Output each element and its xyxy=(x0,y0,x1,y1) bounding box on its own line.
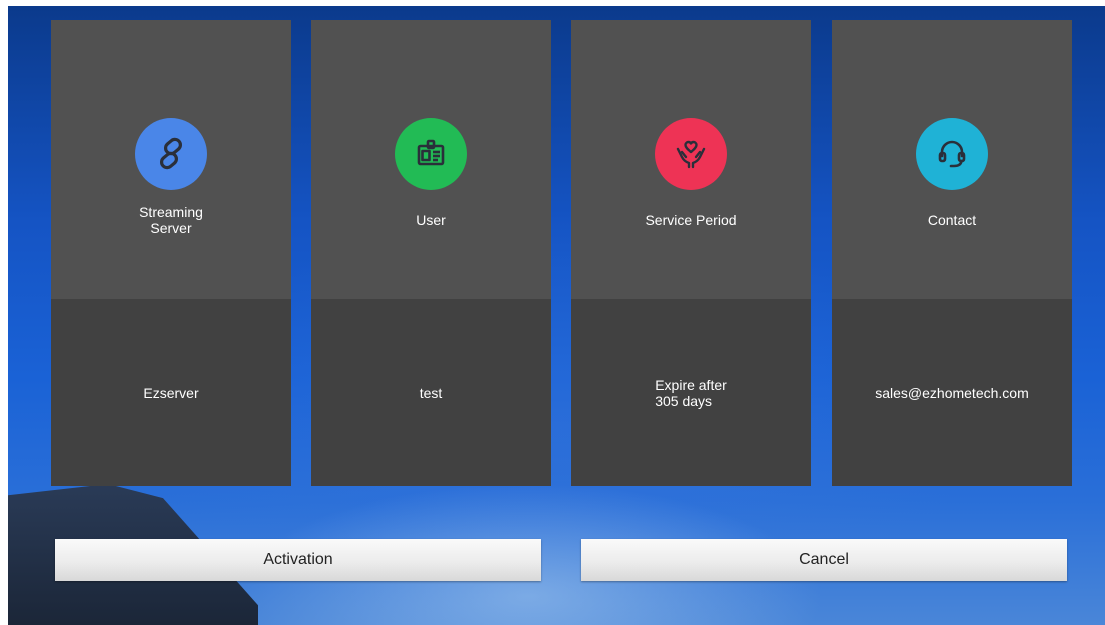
card-streaming-server[interactable]: Streaming Server Ezserver xyxy=(51,20,291,486)
card-value-text: Expire after 305 days xyxy=(655,376,727,409)
info-cards: Streaming Server Ezserver User test Serv… xyxy=(51,20,1072,486)
cancel-button[interactable]: Cancel xyxy=(581,539,1067,581)
card-service-period[interactable]: Service Period Expire after 305 days xyxy=(571,20,811,486)
card-label: Service Period xyxy=(645,212,737,228)
card-user[interactable]: User test xyxy=(311,20,551,486)
card-header: Streaming Server xyxy=(51,20,291,299)
card-value: test xyxy=(419,384,443,401)
id-card-icon xyxy=(395,118,467,190)
heart-hands-icon xyxy=(655,118,727,190)
card-value: Ezserver xyxy=(143,384,199,401)
card-label: Contact xyxy=(927,212,977,228)
card-body: Ezserver xyxy=(51,299,291,486)
link-icon xyxy=(135,118,207,190)
card-body: test xyxy=(311,299,551,486)
card-label: Streaming Server xyxy=(139,204,203,236)
card-header: User xyxy=(311,20,551,299)
card-value: Expire after 305 days xyxy=(571,299,811,486)
card-body: sales@ezhometech.com xyxy=(832,299,1072,486)
card-value: sales@ezhometech.com xyxy=(875,384,1029,401)
card-body: Expire after 305 days xyxy=(571,299,811,486)
card-contact[interactable]: Contact sales@ezhometech.com xyxy=(832,20,1072,486)
screen-background: Streaming Server Ezserver User test Serv… xyxy=(8,6,1105,625)
card-header: Contact xyxy=(832,20,1072,299)
card-label: User xyxy=(416,212,446,228)
headset-icon xyxy=(916,118,988,190)
activation-button[interactable]: Activation xyxy=(55,539,541,581)
card-header: Service Period xyxy=(571,20,811,299)
